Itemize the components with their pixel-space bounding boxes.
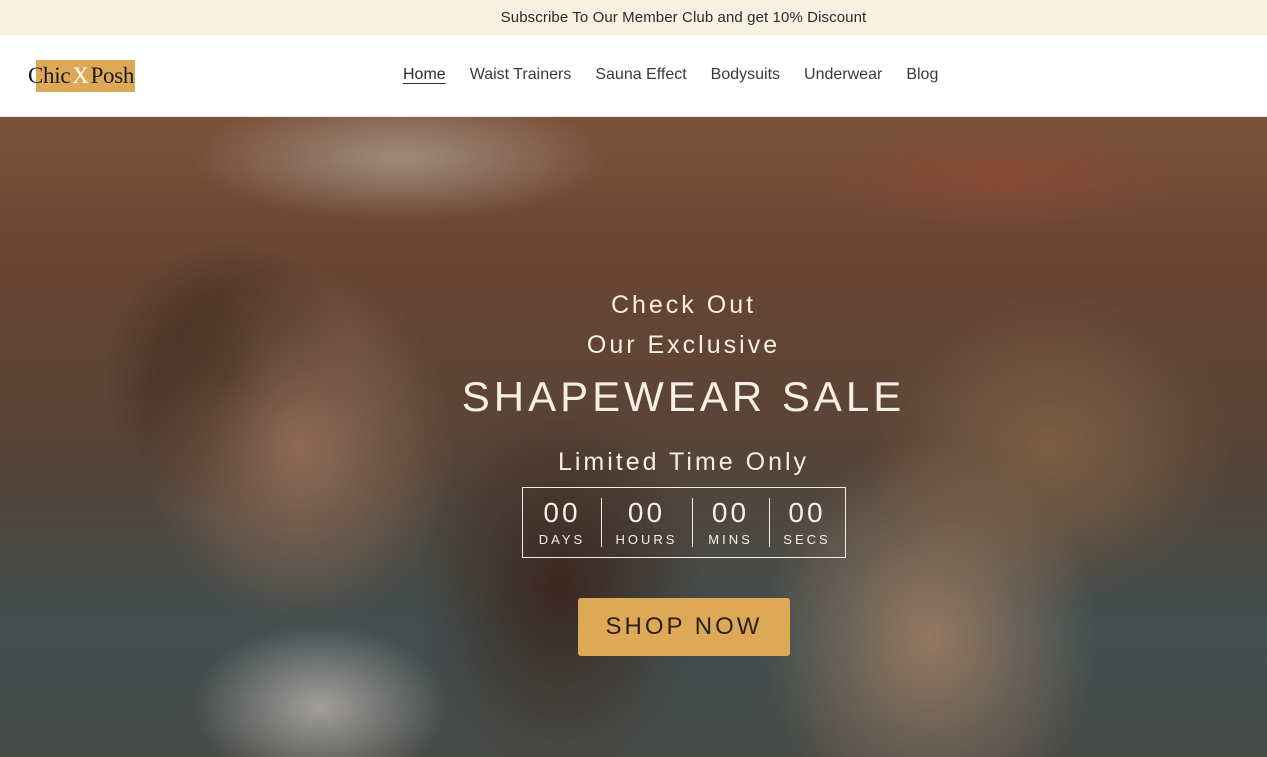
countdown-timer: 00 DAYS 00 HOURS 00 MINS 00 SECS [522, 487, 846, 558]
nav-item-waist-trainers[interactable]: Waist Trainers [470, 64, 572, 86]
site-header: ChicXPosh Home Waist Trainers Sauna Effe… [0, 35, 1267, 117]
announcement-text: Subscribe To Our Member Club and get 10%… [500, 9, 867, 26]
countdown-secs-label: SECS [783, 532, 831, 547]
countdown-hours-value: 00 [627, 497, 666, 528]
countdown-days-value: 00 [543, 497, 581, 528]
countdown-days-label: DAYS [538, 532, 586, 547]
hero-subline: Limited Time Only [557, 448, 810, 476]
logo-word-right: Posh [90, 63, 135, 88]
nav-item-home[interactable]: Home [403, 64, 446, 86]
nav-item-sauna-effect[interactable]: Sauna Effect [595, 64, 686, 86]
hero-content: Check Out Our Exclusive SHAPEWEAR SALE L… [0, 117, 1267, 757]
countdown-days: 00 DAYS [523, 488, 601, 557]
logo-word-left: Chic [28, 63, 71, 88]
countdown-secs: 00 SECS [769, 488, 845, 557]
brand-logo[interactable]: ChicXPosh [28, 59, 148, 93]
nav-item-underwear[interactable]: Underwear [804, 64, 882, 86]
logo-text: ChicXPosh [28, 63, 134, 89]
shop-now-button[interactable]: SHOP NOW [578, 598, 790, 656]
announcement-bar: Subscribe To Our Member Club and get 10%… [0, 0, 1267, 35]
logo-word-middle: X [72, 63, 89, 88]
countdown-hours-label: HOURS [615, 532, 678, 547]
hero-banner: Check Out Our Exclusive SHAPEWEAR SALE L… [0, 117, 1267, 757]
hero-line-1: Check Out [610, 291, 757, 319]
main-nav: Home Waist Trainers Sauna Effect Bodysui… [403, 64, 962, 86]
nav-item-bodysuits[interactable]: Bodysuits [711, 64, 780, 86]
nav-item-blog[interactable]: Blog [906, 64, 938, 86]
countdown-hours: 00 HOURS [601, 488, 692, 557]
countdown-mins-label: MINS [708, 532, 753, 547]
hero-line-2: Our Exclusive [586, 331, 781, 359]
hero-headline: SHAPEWEAR SALE [461, 373, 906, 420]
countdown-mins: 00 MINS [692, 488, 769, 557]
countdown-secs-value: 00 [788, 497, 826, 528]
countdown-mins-value: 00 [711, 497, 750, 528]
